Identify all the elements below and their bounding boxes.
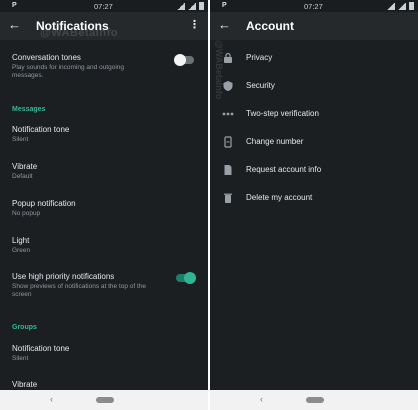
- status-bar: P 07:27: [210, 0, 418, 12]
- nav-back-icon[interactable]: ‹: [260, 394, 263, 404]
- account-item-label: Change number: [246, 137, 304, 146]
- account-item-privacy[interactable]: Privacy: [210, 50, 418, 66]
- notifications-screen: P 07:27 ← Notifications ⋮ @WABetaInfo Co…: [0, 0, 208, 410]
- conversation-tones-row[interactable]: Conversation tones Play sounds for incom…: [12, 53, 194, 80]
- conversation-tones-title: Conversation tones: [12, 53, 81, 62]
- toggle-knob: [174, 54, 186, 66]
- account-item-label: Privacy: [246, 53, 273, 62]
- battery-icon: [199, 2, 204, 10]
- conversation-tones-toggle[interactable]: [174, 54, 194, 66]
- app-bar: ← Account: [210, 12, 418, 40]
- account-item-label: Request account info: [246, 165, 322, 174]
- navigation-bar: ‹: [0, 390, 208, 410]
- watermark: @WABetaInfo: [40, 27, 118, 39]
- setting-title: Popup notification: [12, 199, 76, 208]
- signal-icon: [387, 2, 395, 10]
- setting-value: Silent: [12, 355, 29, 362]
- dots-icon: [222, 112, 234, 116]
- setting-value: Green: [12, 247, 31, 254]
- battery-icon: [409, 2, 414, 10]
- account-item-label: Security: [246, 81, 275, 90]
- wifi-icon: [398, 2, 406, 10]
- list-item[interactable]: Notification tone Silent: [12, 344, 194, 363]
- setting-value: Silent: [12, 136, 29, 143]
- nav-back-icon[interactable]: ‹: [50, 394, 53, 404]
- lock-icon: [224, 52, 232, 63]
- trash-icon: [224, 193, 232, 203]
- setting-title: Notification tone: [12, 125, 70, 134]
- phone-change-icon: [224, 136, 232, 148]
- list-item[interactable]: Vibrate: [12, 380, 194, 390]
- account-item-label: Two-step verification: [246, 109, 319, 118]
- back-arrow-icon[interactable]: ←: [218, 17, 231, 32]
- more-options-icon[interactable]: ⋮: [189, 18, 200, 31]
- p-icon: P: [12, 2, 17, 9]
- document-icon: [224, 165, 232, 175]
- signal-icon: [177, 2, 185, 10]
- setting-title: Light: [12, 236, 30, 245]
- nav-home-pill[interactable]: [96, 397, 114, 403]
- high-priority-row[interactable]: Use high priority notifications Show pre…: [12, 272, 194, 299]
- high-priority-title: Use high priority notifications: [12, 272, 115, 281]
- status-icons: [177, 2, 204, 10]
- status-icons: [387, 2, 414, 10]
- list-item[interactable]: Vibrate Default: [12, 162, 194, 181]
- list-item[interactable]: Light Green: [12, 236, 194, 255]
- status-time: 07:27: [304, 2, 323, 11]
- account-item-two-step[interactable]: Two-step verification: [210, 106, 418, 122]
- list-item[interactable]: Popup notification No popup: [12, 199, 194, 218]
- messages-section-header: Messages: [12, 106, 46, 113]
- account-item-change-number[interactable]: Change number: [210, 134, 418, 150]
- navigation-bar: ‹: [210, 390, 418, 410]
- status-bar: P 07:27: [0, 0, 208, 12]
- account-screen: P 07:27 ← Account @WABetaInfo Privacy Se…: [210, 0, 418, 410]
- high-priority-toggle[interactable]: [176, 272, 196, 284]
- groups-section-header: Groups: [12, 324, 37, 331]
- page-title: Account: [246, 19, 294, 33]
- back-arrow-icon[interactable]: ←: [8, 17, 21, 32]
- setting-value: Default: [12, 173, 33, 180]
- setting-title: Vibrate: [12, 380, 38, 389]
- status-time: 07:27: [94, 2, 113, 11]
- shield-icon: [223, 81, 233, 91]
- p-icon: P: [222, 2, 227, 9]
- toggle-knob: [184, 272, 196, 284]
- account-item-label: Delete my account: [246, 193, 313, 202]
- account-item-request-info[interactable]: Request account info: [210, 162, 418, 178]
- nav-home-pill[interactable]: [306, 397, 324, 403]
- wifi-icon: [188, 2, 196, 10]
- setting-title: Notification tone: [12, 344, 70, 353]
- list-item[interactable]: Notification tone Silent: [12, 125, 194, 144]
- setting-value: No popup: [12, 210, 41, 217]
- account-item-security[interactable]: Security: [210, 78, 418, 94]
- high-priority-subtitle: Show previews of notifications at the to…: [12, 283, 147, 298]
- conversation-tones-subtitle: Play sounds for incoming and outgoing me…: [12, 64, 125, 79]
- account-item-delete[interactable]: Delete my account: [210, 190, 418, 206]
- setting-title: Vibrate: [12, 162, 38, 171]
